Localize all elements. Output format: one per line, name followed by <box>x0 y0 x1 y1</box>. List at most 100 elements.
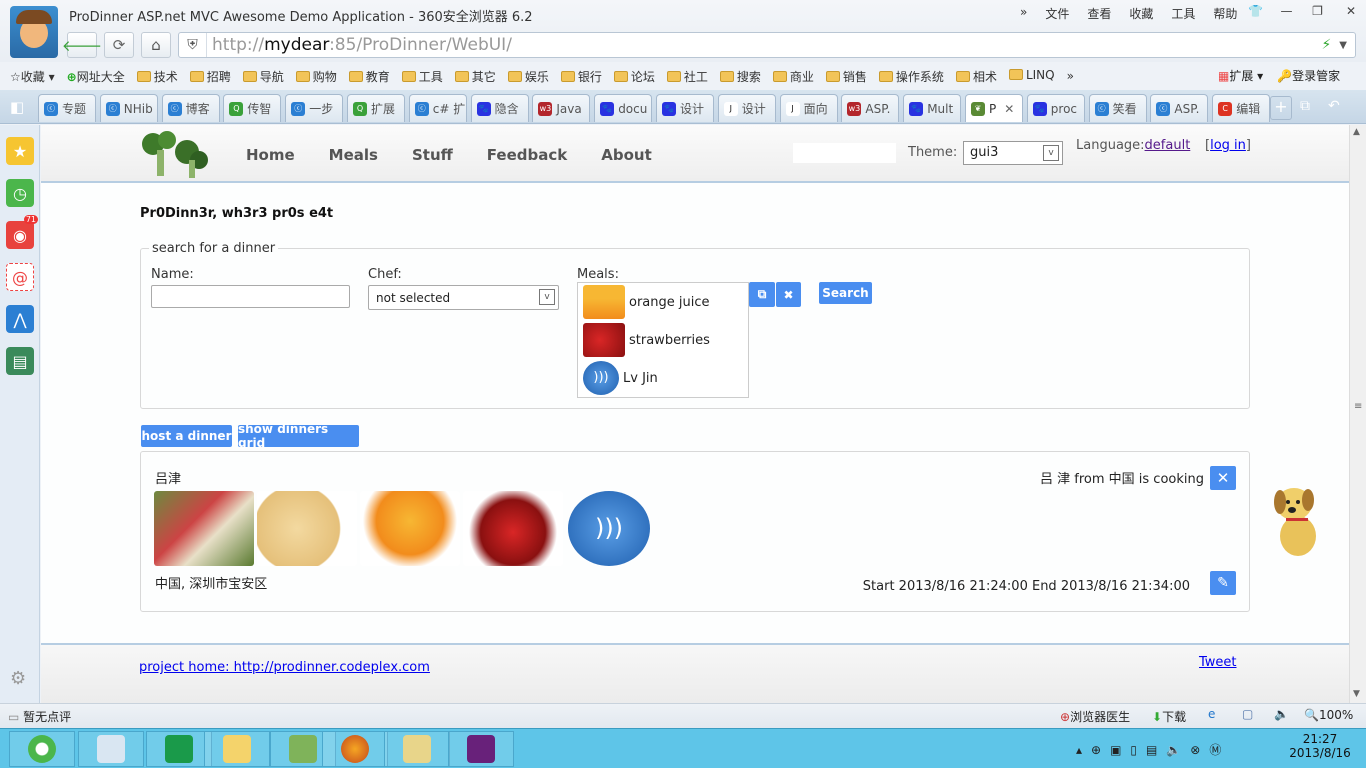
name-input[interactable] <box>151 285 350 308</box>
browser-tab[interactable]: 🐾 隐含 <box>470 94 529 122</box>
vertical-scrollbar[interactable]: ▲ ≡ ▼ <box>1349 125 1366 703</box>
bookmark-folder[interactable]: 技术 <box>136 68 178 85</box>
taskbar-explorer[interactable] <box>204 731 270 767</box>
bookmark-folder[interactable]: 相术 <box>955 68 997 85</box>
nav-feedback[interactable]: Feedback <box>487 146 567 164</box>
bookmark-folder[interactable]: 其它 <box>454 68 496 85</box>
login-link[interactable]: log in <box>1210 138 1246 153</box>
meals-lookup-button[interactable]: ⧉ <box>749 282 775 307</box>
browser-tab[interactable]: ❦ P ✕ <box>965 94 1023 122</box>
bookmark-folder[interactable]: 商业 <box>772 68 814 85</box>
taskbar-visual-studio[interactable] <box>448 731 514 767</box>
clock-icon[interactable]: ◷ <box>6 179 34 207</box>
host-dinner-button[interactable]: host a dinner <box>141 425 232 447</box>
skin-icon[interactable]: 👕 <box>1240 0 1271 22</box>
bookmark-folder[interactable]: 招聘 <box>189 68 231 85</box>
bookmark-folder[interactable]: 论坛 <box>613 68 655 85</box>
star-icon[interactable]: ★ <box>6 137 34 165</box>
browser-tab[interactable]: 🐾 docu <box>594 94 653 122</box>
browser-tab[interactable]: w3 ASP. <box>841 94 900 122</box>
browser-tab[interactable]: J 设计 <box>717 94 776 122</box>
project-home-link[interactable]: project home: http://prodinner.codeplex.… <box>139 660 430 675</box>
bookmark-favorites[interactable]: ☆收藏 ▾ <box>10 68 55 85</box>
browser-tab[interactable]: Q 扩展 <box>347 94 405 122</box>
bookmark-folder[interactable]: 搜索 <box>719 68 761 85</box>
search-button[interactable]: Search <box>819 282 872 304</box>
sidebar-toggle-icon[interactable]: ◧ <box>10 98 24 116</box>
download-button[interactable]: ⬇下载 <box>1152 708 1186 725</box>
volume-icon[interactable]: 🔈 <box>1274 707 1289 721</box>
menu-help[interactable]: 帮助 <box>1213 5 1237 22</box>
bookmark-folder[interactable]: 销售 <box>825 68 867 85</box>
address-bar[interactable]: ⛨ http://mydear:85/ProDinner/WebUI/ ⚡ ▼ <box>178 32 1356 58</box>
bookmark-folder[interactable]: 娱乐 <box>507 68 549 85</box>
menu-view[interactable]: 查看 <box>1087 5 1111 22</box>
bookmark-folder[interactable]: 银行 <box>560 68 602 85</box>
system-tray-icons[interactable]: ▴⊕▣▯▤🔈⊗Ⓜ <box>1076 741 1230 758</box>
browser-tab[interactable]: w3 Java <box>532 94 591 122</box>
browser-tab[interactable]: ⓒ c# 扩 <box>408 94 467 122</box>
app-icon[interactable]: ⋀ <box>6 305 34 333</box>
zoom-level[interactable]: 🔍100% <box>1304 708 1353 722</box>
delete-dinner-button[interactable]: ✕ <box>1210 466 1236 490</box>
clock[interactable]: 21:27 2013/8/16 <box>1280 732 1360 760</box>
browser-doctor[interactable]: ⊕浏览器医生 <box>1060 708 1130 725</box>
taskbar-visual-studio-green[interactable] <box>146 731 212 767</box>
close-tab-icon[interactable]: ✕ <box>1004 102 1014 116</box>
bookmark-folder[interactable]: 社工 <box>666 68 708 85</box>
browser-tab[interactable]: 🐾 Mult <box>903 94 962 122</box>
browser-tab[interactable]: Q 传智 <box>223 94 282 122</box>
browser-tab[interactable]: ⓒ 笑看 <box>1088 94 1147 122</box>
lightning-icon[interactable]: ⚡ <box>1321 37 1331 53</box>
ie-icon[interactable]: e <box>1208 707 1215 721</box>
weibo-icon[interactable]: ◉ 71 <box>6 215 38 249</box>
language-link[interactable]: default <box>1145 138 1191 153</box>
bookmark-folder[interactable]: 工具 <box>401 68 443 85</box>
browser-tab[interactable]: J 面向 <box>779 94 838 122</box>
browser-tab[interactable]: ⓒ 博客 <box>161 94 220 122</box>
video-icon[interactable]: ▤ <box>6 347 34 375</box>
comment-status[interactable]: ▭ 暂无点评 <box>8 708 71 725</box>
bookmark-folder[interactable]: 教育 <box>348 68 390 85</box>
browser-tab[interactable]: ⓒ ASP. <box>1150 94 1209 122</box>
taskbar-notepad[interactable] <box>78 731 144 767</box>
window-icon[interactable]: ▢ <box>1242 707 1253 721</box>
show-dinners-grid-button[interactable]: show dinners grid <box>238 422 359 450</box>
dog-mascot[interactable] <box>1268 478 1328 558</box>
taskbar-360-browser[interactable] <box>9 731 75 767</box>
new-tab-button[interactable]: + <box>1270 96 1292 120</box>
mail-icon[interactable]: @ <box>6 263 34 291</box>
browser-tab[interactable]: C 编辑 <box>1212 94 1271 122</box>
edit-dinner-button[interactable]: ✎ <box>1210 571 1236 595</box>
tab-list-icon[interactable]: ⧉ <box>1300 98 1310 114</box>
extensions-button[interactable]: ▦扩展 ▾ <box>1218 67 1263 84</box>
bookmark-folder[interactable]: LINQ <box>1008 68 1055 85</box>
meals-clear-button[interactable]: ✖ <box>776 282 801 307</box>
undo-close-icon[interactable]: ↶ <box>1328 98 1340 114</box>
home-button[interactable]: ⌂ <box>141 32 171 58</box>
nav-about[interactable]: About <box>601 146 652 164</box>
refresh-button[interactable]: ⟳ <box>104 32 134 58</box>
close-button[interactable]: ✕ <box>1333 0 1366 22</box>
bookmark-folder[interactable]: 购物 <box>295 68 337 85</box>
nav-stuff[interactable]: Stuff <box>412 146 453 164</box>
browser-tab[interactable]: 🐾 设计 <box>656 94 714 122</box>
theme-select[interactable]: gui3 v <box>963 141 1063 165</box>
browser-tab[interactable]: ⓒ 专题 <box>38 94 96 122</box>
nav-home[interactable]: Home <box>246 146 295 164</box>
tweet-link[interactable]: Tweet <box>1199 655 1237 670</box>
taskbar-firefox[interactable] <box>322 731 388 767</box>
settings-gear-icon[interactable]: ⚙ <box>10 668 26 689</box>
chef-select[interactable]: not selected v <box>368 285 559 310</box>
menu-more[interactable]: » <box>1020 5 1027 22</box>
restore-button[interactable]: ❐ <box>1302 0 1333 22</box>
chevron-down-icon[interactable]: ▼ <box>1339 40 1347 51</box>
login-manager-button[interactable]: 🔑登录管家 <box>1277 67 1340 84</box>
browser-tab[interactable]: ⓒ NHib <box>99 94 158 122</box>
menu-file[interactable]: 文件 <box>1045 5 1069 22</box>
bookmark-site-nav[interactable]: ⊕网址大全 <box>67 68 125 85</box>
bookmark-more[interactable]: » <box>1067 69 1074 83</box>
browser-tab[interactable]: ⓒ 一步 <box>285 94 344 122</box>
nav-meals[interactable]: Meals <box>329 146 378 164</box>
browser-tab[interactable]: 🐾 proc <box>1026 94 1085 122</box>
